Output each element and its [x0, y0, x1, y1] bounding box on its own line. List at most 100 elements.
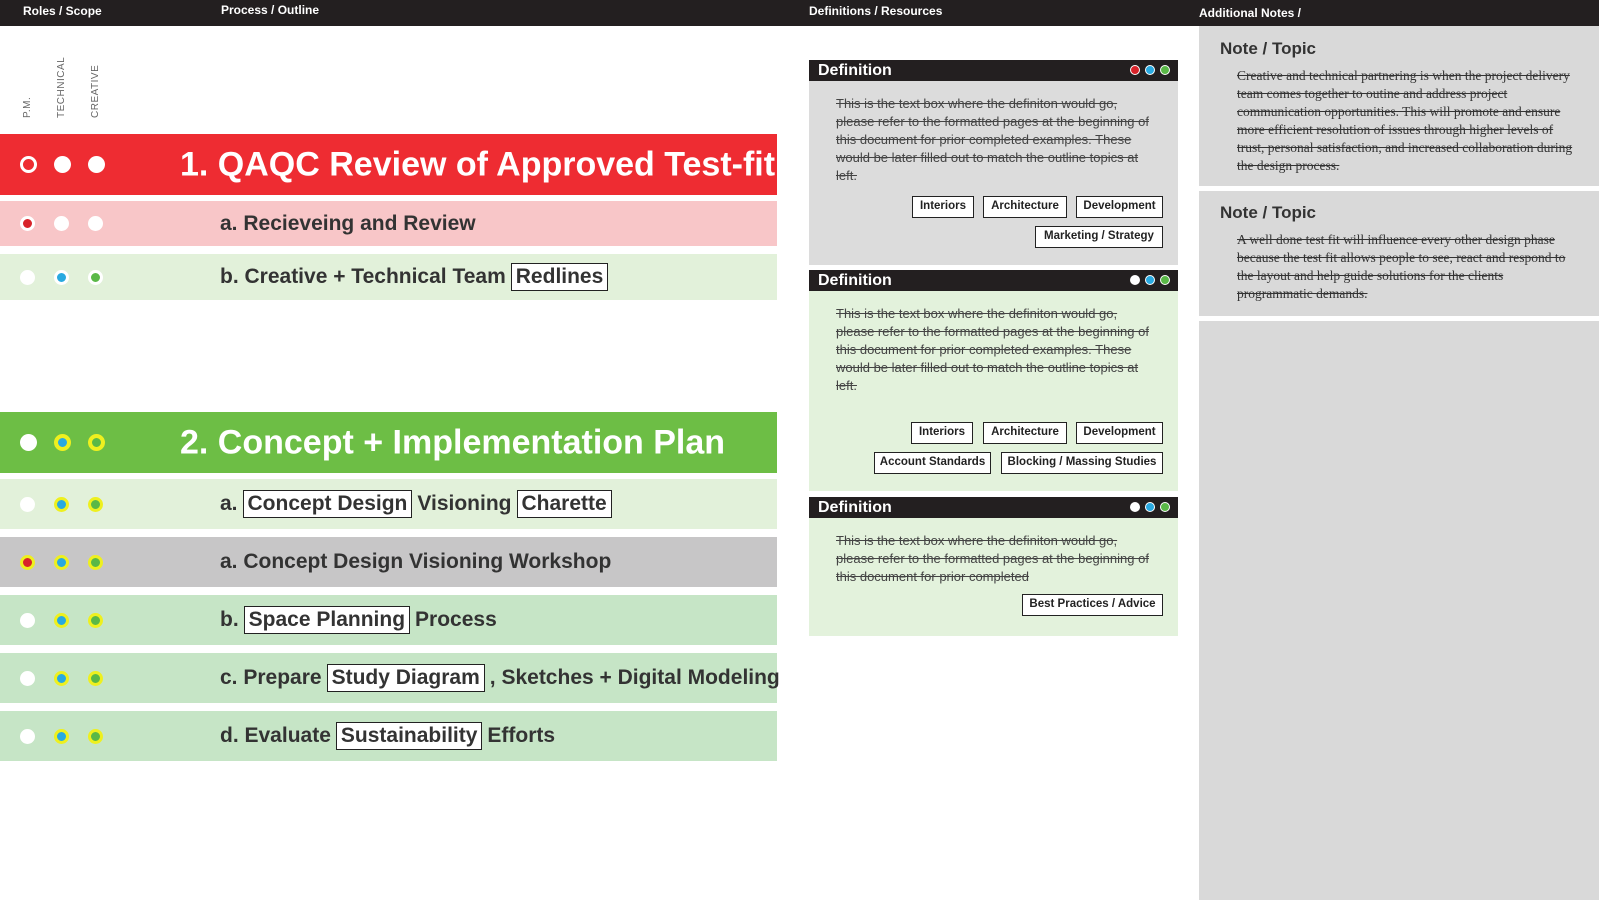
tag-best-practices-advice[interactable]: Best Practices / Advice	[1022, 594, 1163, 616]
note-text-1: Creative and technical partnering is whe…	[1237, 68, 1573, 173]
additional-notes-panel: Note / Topic Creative and technical part…	[1199, 26, 1599, 900]
role-dot-technical	[54, 612, 69, 628]
section-title-concept: 2. Concept + Implementation Plan	[180, 423, 726, 461]
role-dot-pm	[20, 554, 35, 570]
role-dot-creative	[88, 670, 103, 686]
role-dot-blue	[1145, 65, 1155, 75]
concept-design-link[interactable]: Concept Design	[242, 490, 413, 518]
role-dot-green	[1160, 275, 1170, 285]
role-dot-creative	[88, 216, 103, 231]
role-dot-technical	[54, 434, 71, 451]
outline-item-text: Efforts	[487, 724, 556, 747]
role-dot-technical	[54, 216, 69, 231]
role-dot-creative	[88, 612, 103, 628]
tag-interiors[interactable]: Interiors	[912, 196, 974, 218]
role-label-creative: CREATIVE	[90, 64, 101, 118]
outline-item-text: a.	[220, 492, 238, 515]
outline-item-text: Visioning	[417, 492, 512, 515]
sustainability-link[interactable]: Sustainability	[335, 722, 483, 750]
outline-item-text: b.	[220, 608, 239, 631]
charette-link[interactable]: Charette	[516, 490, 612, 518]
definition-text: This is the text box where the definiton…	[836, 533, 1149, 584]
role-dot-blue	[1145, 502, 1155, 512]
role-dot-creative	[88, 156, 105, 173]
outline-row-2c[interactable]: c. Prepare Study Diagram , Sketches + Di…	[0, 653, 780, 703]
outline-item-text: c. Prepare	[220, 666, 322, 689]
outline-item-text: b. Creative + Technical Team	[220, 265, 506, 288]
note-title-1: Note / Topic	[1220, 39, 1317, 58]
outline-row-2b[interactable]: b. Space Planning Process	[0, 595, 777, 645]
section-title-qaqc: 1. QAQC Review of Approved Test-fit	[180, 145, 776, 183]
role-dot-creative	[88, 496, 103, 512]
outline-row-2a-workshop[interactable]: a. Concept Design Visioning Workshop	[0, 537, 777, 587]
role-dots	[1130, 502, 1170, 512]
role-dot-technical	[54, 156, 71, 173]
definition-title: Definition	[818, 62, 892, 79]
role-dot-pm	[20, 269, 35, 285]
note-text-2: A well done test fit will influence ever…	[1237, 232, 1566, 301]
tag-architecture[interactable]: Architecture	[983, 422, 1067, 444]
role-dot-white	[1130, 275, 1140, 285]
role-dot-creative	[88, 269, 103, 285]
outline-item-text: Process	[415, 608, 497, 631]
space-planning-link[interactable]: Space Planning	[243, 606, 411, 634]
definition-card-1: Definition This is the text box where th…	[809, 60, 1178, 265]
header-process-outline: Process / Outline	[221, 3, 320, 17]
note-divider	[1199, 316, 1599, 321]
role-dot-pm	[20, 156, 37, 173]
tag-marketing-strategy[interactable]: Marketing / Strategy	[1035, 226, 1163, 248]
outline-row-2[interactable]: 2. Concept + Implementation Plan	[0, 412, 777, 473]
role-dot-green	[1160, 502, 1170, 512]
outline-row-2d[interactable]: d. Evaluate Sustainability Efforts	[0, 711, 777, 761]
role-dot-green	[1160, 65, 1170, 75]
role-dot-red	[1130, 65, 1140, 75]
role-dot-creative	[88, 728, 103, 744]
tag-blocking-massing-studies[interactable]: Blocking / Massing Studies	[1001, 452, 1163, 474]
definition-title: Definition	[818, 272, 892, 289]
role-dot-blue	[1145, 275, 1155, 285]
role-dot-pm	[20, 670, 35, 686]
outline-item-text: , Sketches + Digital Modeling	[489, 666, 780, 689]
role-label-technical: TECHNICAL	[56, 56, 67, 118]
outline-row-2a[interactable]: a. Concept Design Visioning Charette	[0, 479, 777, 529]
tag-account-standards[interactable]: Account Standards	[874, 452, 991, 474]
definition-title: Definition	[818, 499, 892, 516]
role-dot-creative	[88, 554, 103, 570]
definition-card-2: Definition This is the text box where th…	[809, 270, 1178, 491]
outline-item-text: a. Recieveing and Review	[220, 211, 476, 235]
role-dot-pm	[20, 216, 35, 231]
definition-card-3: Definition This is the text box where th…	[809, 497, 1178, 636]
role-dot-technical	[54, 496, 69, 512]
header-definitions-resources: Definitions / Resources	[809, 4, 943, 18]
role-dot-technical	[54, 670, 69, 686]
outline-item-text: a. Concept Design Visioning Workshop	[220, 550, 612, 573]
outline-row-1a[interactable]: a. Recieveing and Review	[0, 201, 777, 246]
study-diagram-link[interactable]: Study Diagram	[326, 664, 485, 692]
outline-row-1[interactable]: 1. QAQC Review of Approved Test-fit	[0, 134, 777, 195]
role-dot-technical	[54, 269, 69, 285]
tag-development[interactable]: Development	[1076, 196, 1163, 218]
outline-row-1b[interactable]: b. Creative + Technical Team Redlines	[0, 254, 777, 300]
header-additional-notes: Additional Notes /	[1199, 6, 1301, 20]
note-title-2: Note / Topic	[1220, 203, 1317, 222]
role-dot-technical	[54, 554, 69, 570]
role-label-pm: P.M.	[22, 96, 33, 118]
role-dot-pm	[20, 434, 37, 451]
header-bar: Roles / Scope Process / Outline Definiti…	[0, 0, 1599, 26]
role-dot-technical	[54, 728, 69, 744]
tag-development[interactable]: Development	[1076, 422, 1163, 444]
role-dot-white	[1130, 502, 1140, 512]
tag-architecture[interactable]: Architecture	[983, 196, 1067, 218]
role-dot-pm	[20, 496, 35, 512]
role-dots	[1130, 65, 1170, 75]
note-divider	[1199, 186, 1599, 191]
outline-item-text: d. Evaluate	[220, 724, 331, 747]
definition-text: This is the text box where the definiton…	[836, 96, 1149, 183]
role-dot-pm	[20, 612, 35, 628]
tag-interiors[interactable]: Interiors	[911, 422, 973, 444]
role-dot-pm	[20, 728, 35, 744]
definition-text: This is the text box where the definiton…	[836, 306, 1149, 393]
header-roles-scope: Roles / Scope	[23, 4, 102, 18]
redlines-link[interactable]: Redlines	[510, 263, 609, 291]
role-dots	[1130, 275, 1170, 285]
